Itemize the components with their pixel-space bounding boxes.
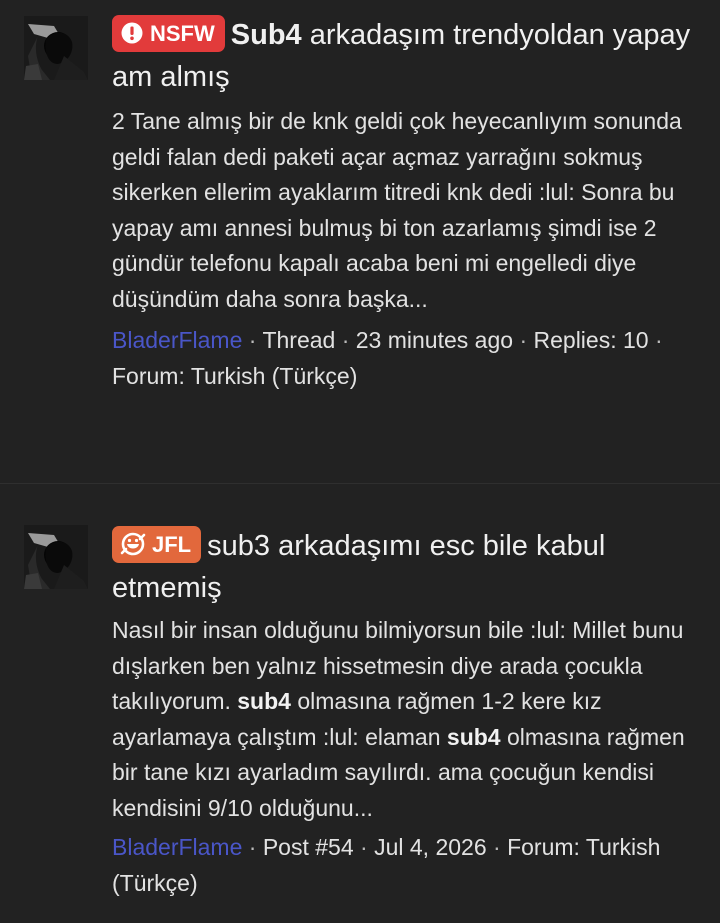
forum-link[interactable]: Turkish (Türkçe) [191, 363, 358, 389]
result-content: NSFW Sub4 arkadaşım trendyoldan yapay am … [112, 14, 702, 394]
badge-label: NSFW [150, 21, 215, 46]
result-content: JFL sub3 arkadaşımı esc bile kabul etmemi… [112, 525, 702, 901]
avatar-image [24, 16, 88, 80]
content-type: Thread [262, 327, 336, 353]
author-link[interactable]: BladerFlame [112, 834, 242, 860]
jfl-badge[interactable]: JFL [112, 526, 202, 563]
post-time: 23 minutes ago [355, 327, 514, 353]
badge-label: JFL [152, 532, 192, 557]
nsfw-badge[interactable]: NSFW [112, 15, 225, 52]
meta-separator: · [654, 327, 663, 353]
search-result: JFL sub3 arkadaşımı esc bile kabul etmemi… [0, 485, 720, 923]
title-bold-prefix: Sub4 [230, 19, 302, 51]
meta-separator: · [248, 327, 257, 353]
result-meta: BladerFlame · Post #54 · Jul 4, 2026 · F… [112, 830, 702, 901]
result-snippet: 2 Tane almış bir de knk geldi çok heyeca… [112, 108, 682, 312]
thread-title[interactable]: JFL sub3 arkadaşımı esc bile kabul etmemi… [112, 525, 702, 609]
search-result: NSFW Sub4 arkadaşım trendyoldan yapay am … [0, 0, 720, 484]
replies-count: 10 [623, 327, 649, 353]
result-snippet: Nasıl bir insan olduğunu bilmiyorsun bil… [112, 613, 702, 826]
forum-label: Forum: [507, 834, 580, 860]
snippet-highlight: sub4 [446, 723, 501, 750]
author-link[interactable]: BladerFlame [112, 327, 242, 353]
meta-separator: · [493, 834, 501, 860]
forum-label: Forum: [112, 362, 185, 389]
meta-separator: · [248, 834, 257, 860]
avatar-image [24, 525, 88, 589]
avatar[interactable] [24, 16, 88, 80]
post-number[interactable]: Post #54 [263, 834, 354, 860]
avatar[interactable] [24, 525, 88, 589]
thread-title[interactable]: NSFW Sub4 arkadaşım trendyoldan yapay am … [112, 14, 702, 98]
result-meta: BladerFlame · Thread · 23 minutes ago · … [112, 323, 702, 394]
meta-separator: · [519, 327, 528, 353]
exclamation-circle-icon [121, 22, 143, 44]
meta-separator: · [360, 834, 368, 860]
meta-separator: · [341, 327, 350, 353]
replies-label: Replies: [533, 327, 617, 353]
grinning-face-icon [120, 532, 146, 556]
snippet-highlight: sub4 [237, 688, 291, 714]
post-date: Jul 4, 2026 [374, 834, 487, 860]
